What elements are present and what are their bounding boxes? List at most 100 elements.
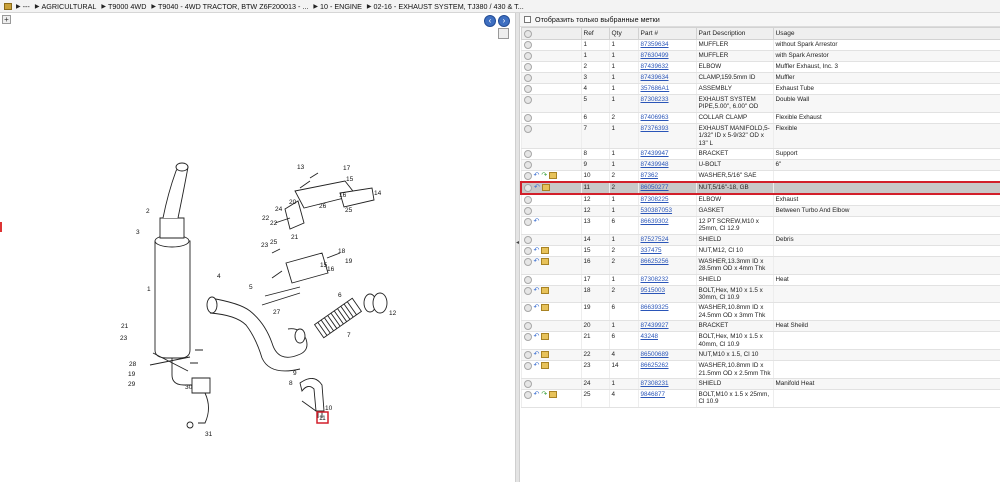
select-all-header[interactable] [520,27,582,40]
select-row-icon[interactable] [523,172,532,181]
cell-part[interactable]: 9515003 [637,285,696,304]
callout-19[interactable]: 19 [345,258,353,265]
cell-part[interactable]: 86050277 [637,181,696,196]
callout-8[interactable]: 8 [289,380,293,387]
callout-26[interactable]: 26 [319,203,327,210]
collapse-arrow-icon[interactable]: ◂ [516,239,519,246]
table-row[interactable]: 5 1 87308233 EXHAUST SYSTEM PIPE,5.00", 6.0… [520,94,1000,113]
package-icon[interactable] [541,304,550,312]
select-row-icon[interactable] [523,96,532,104]
cell-part-text[interactable]: 87439632 [641,63,669,70]
callout-11[interactable]: 11 [319,415,326,422]
cell-part[interactable]: 43248 [637,331,696,351]
cell-part-text[interactable]: 9515003 [641,287,666,294]
gear-icon[interactable] [523,29,532,38]
cell-part-text[interactable]: 86500689 [641,351,669,358]
package-icon[interactable] [541,246,550,254]
callout-16[interactable]: 16 [339,192,347,199]
cell-part-text[interactable]: 86639302 [641,218,669,225]
cell-part[interactable]: 530387053 [637,205,696,218]
cell-part[interactable]: 86639325 [637,302,696,322]
table-row[interactable]: 4 1 357686A1 ASSEMBLY Exhaust Tube [520,83,1000,95]
callout-4[interactable]: 4 [217,273,221,280]
callout-28[interactable]: 28 [129,361,137,368]
callout-22[interactable]: 22 [262,215,270,222]
cell-part-text[interactable]: 87439927 [641,322,669,329]
cell-part[interactable]: 87376393 [637,123,696,150]
table-row[interactable]: ↶ 21 6 43248 BOLT,Hex, M10 x 1.5 x 40mm, Cl … [520,331,1000,351]
cell-part-text[interactable]: 87439634 [641,74,669,81]
table-row[interactable]: 17 1 87308232 SHIELD Heat [520,274,1000,286]
package-icon[interactable] [541,333,550,341]
replace-icon[interactable]: ↶ [534,258,540,265]
cell-part[interactable]: 357686A1 [637,83,696,95]
select-row-icon[interactable] [523,333,532,342]
table-row[interactable]: 24 1 87308231 SHIELD Manifold Heat [520,378,1000,390]
replace-icon[interactable]: ↶ [534,247,540,254]
col-part[interactable]: Part # [637,27,697,40]
cell-part[interactable]: 87308225 [637,194,696,207]
col-qty[interactable]: Qty [608,27,639,40]
table-row[interactable]: ↶ 11 2 86050277 NUT,5/16"-18, GB [520,181,1000,196]
show-selected-checkbox[interactable] [524,16,531,23]
callout-21[interactable]: 21 [121,323,129,330]
table-row[interactable]: 14 1 87527524 SHIELD Debris [520,234,1000,246]
cell-part[interactable]: 87308231 [637,378,696,390]
callout-16[interactable]: 16 [327,266,335,273]
col-description[interactable]: Part Description [695,27,774,40]
cell-part-text[interactable]: 86050277 [641,184,669,191]
table-row[interactable]: 3 1 87439634 CLAMP,159.5mm ID Muffler [520,72,1000,84]
select-row-icon[interactable] [523,286,532,295]
cell-part[interactable]: 87439927 [637,320,696,333]
package-icon[interactable] [541,286,550,294]
replace-icon[interactable]: ↶ [534,351,540,358]
cell-part[interactable]: 87439947 [637,148,696,161]
package-icon[interactable] [549,172,558,180]
table-row[interactable]: ↶ 16 2 86625256 WASHER,13.3mm ID x 28.5mm OD… [520,256,1000,275]
cell-part[interactable]: 87439948 [637,159,696,172]
callout-10[interactable]: 10 [325,405,333,412]
callout-30[interactable]: 30 [185,384,193,391]
alternate-icon[interactable]: ↷ [541,391,547,398]
cell-part-text[interactable]: 43248 [641,333,659,340]
select-row-icon[interactable] [523,113,532,122]
select-row-icon[interactable] [523,390,532,399]
callout-24[interactable]: 24 [275,206,283,213]
select-row-icon[interactable] [523,304,532,313]
callout-1[interactable]: 1 [147,286,151,293]
cell-part[interactable]: 86625262 [637,360,696,379]
table-row[interactable]: ↶ ↷ 10 2 87362 WASHER,5/16" SAE [520,170,1000,183]
select-row-icon[interactable] [523,74,532,82]
cell-part-text[interactable]: 87376393 [641,125,669,132]
select-row-icon[interactable] [523,52,532,60]
package-icon[interactable] [549,390,558,398]
cell-part[interactable]: 87406963 [637,112,696,124]
select-row-icon[interactable] [523,124,532,133]
select-row-icon[interactable] [523,196,532,205]
cell-part-text[interactable]: 87406963 [641,114,669,121]
cell-part[interactable]: 87439634 [637,72,696,84]
table-row[interactable]: 12 1 87308225 ELBOW Exhaust [520,194,1000,207]
table-row[interactable]: ↶ 18 2 9515003 BOLT,Hex, M10 x 1.5 x 30mm, C… [520,285,1000,304]
replace-icon[interactable]: ↶ [534,362,540,369]
cell-part-text[interactable]: 337475 [641,247,662,254]
select-row-icon[interactable] [523,161,532,170]
table-row[interactable]: ↶ ↷ 25 4 9846877 BOLT,M10 x 1.5 x 25mm, Cl 10… [520,389,1000,408]
breadcrumb-item[interactable]: ▶ 10 - ENGINE [313,2,362,11]
callout-17[interactable]: 17 [343,165,351,172]
select-row-icon[interactable] [523,362,532,371]
cell-part[interactable]: 87362 [637,170,696,183]
cell-part-text[interactable]: 87439947 [641,150,669,157]
table-row[interactable]: 1 1 87359634 MUFFLER without Spark Arrestor [520,39,1000,51]
select-row-icon[interactable] [523,257,532,266]
cell-part-text[interactable]: 530387053 [641,207,673,214]
cell-part[interactable]: 337475 [637,245,696,257]
callout-6[interactable]: 6 [338,292,342,299]
table-row[interactable]: 9 1 87439948 U-BOLT 6" [520,159,1000,172]
select-row-icon[interactable] [523,322,532,331]
cell-part[interactable]: 87308233 [637,94,696,113]
select-row-icon[interactable] [523,63,532,71]
alternate-icon[interactable]: ↷ [541,172,547,179]
cell-part-text[interactable]: 87308231 [641,380,669,387]
callout-12[interactable]: 12 [389,310,397,317]
